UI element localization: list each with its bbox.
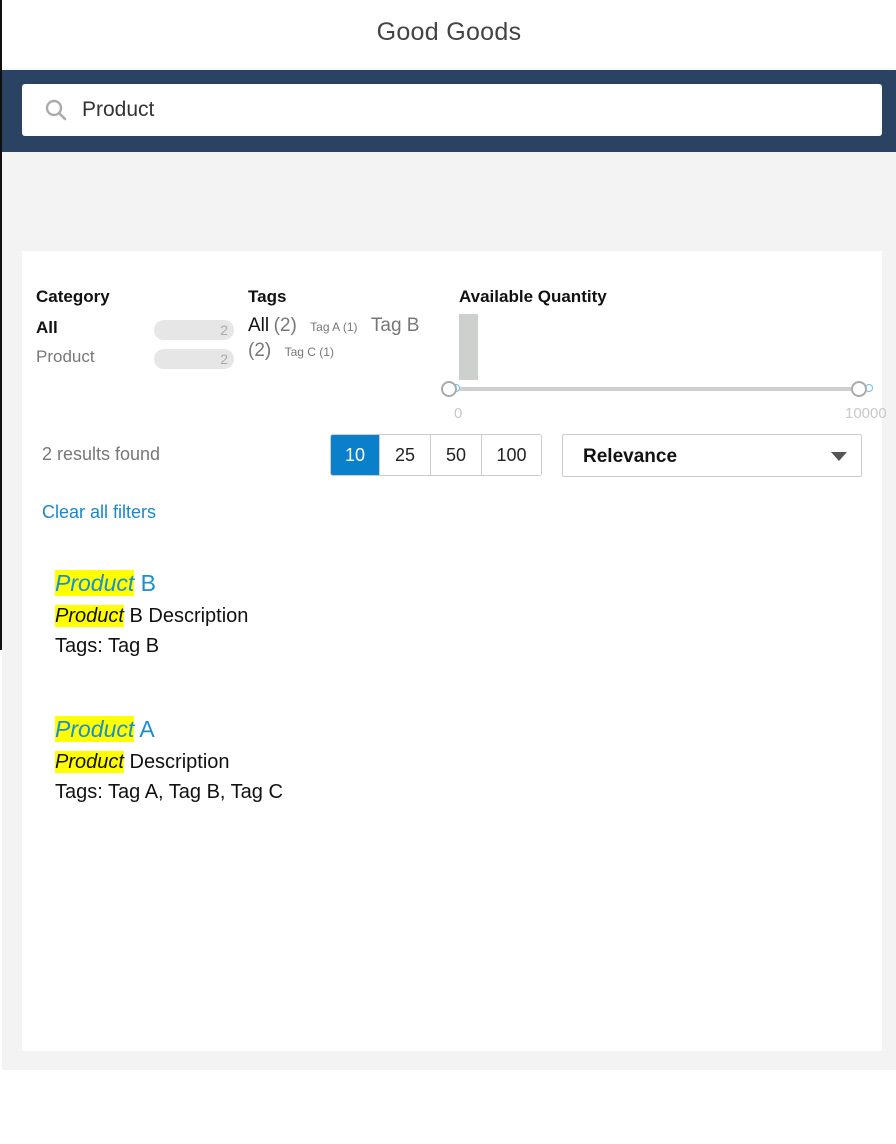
quantity-slider-min-handle[interactable] bbox=[441, 381, 457, 397]
tags-facet-title: Tags bbox=[248, 287, 287, 306]
result-title-link[interactable]: Product B bbox=[55, 568, 248, 598]
category-item-all[interactable]: All 2 bbox=[36, 318, 236, 340]
category-item-count: 2 bbox=[154, 320, 234, 340]
category-item-product[interactable]: Product 2 bbox=[36, 347, 236, 369]
app-header: Good Goods bbox=[2, 0, 896, 70]
sort-selected-label: Relevance bbox=[583, 446, 678, 467]
result-title-link[interactable]: Product A bbox=[55, 714, 283, 744]
result-description: Product B Description bbox=[55, 605, 249, 627]
tag-c[interactable]: Tag C (1) bbox=[285, 345, 334, 359]
page-size-selector: 10 25 50 100 bbox=[330, 434, 542, 476]
tag-all[interactable]: All (2) bbox=[248, 315, 297, 336]
category-item-label: All bbox=[36, 318, 58, 337]
quantity-min-label: 0 bbox=[454, 405, 463, 422]
result-tags: Tags: Tag A, Tag B, Tag C bbox=[55, 781, 283, 803]
page-size-50-button[interactable]: 50 bbox=[431, 435, 482, 475]
search-box[interactable] bbox=[22, 84, 882, 136]
app-title: Good Goods bbox=[376, 18, 522, 46]
sort-select[interactable]: Relevance bbox=[562, 434, 862, 477]
category-item-count: 2 bbox=[154, 349, 234, 369]
quantity-max-label: 10000 bbox=[845, 405, 887, 422]
category-item-label: Product bbox=[36, 347, 95, 366]
search-icon bbox=[45, 99, 67, 121]
page-size-10-button[interactable]: 10 bbox=[331, 435, 380, 475]
quantity-histogram-bar bbox=[459, 314, 478, 380]
clear-all-filters-link[interactable]: Clear all filters bbox=[42, 502, 156, 523]
results-count: 2 results found bbox=[42, 444, 161, 464]
quantity-slider-max-handle[interactable] bbox=[851, 381, 867, 397]
tag-a[interactable]: Tag A (1) bbox=[310, 320, 357, 334]
chevron-down-icon bbox=[831, 452, 847, 461]
tag-cloud: All (2) Tag A (1) Tag B (2) Tag C (1) bbox=[248, 314, 453, 364]
result-description: Product Description bbox=[55, 751, 230, 773]
result-item: Product B Product B Description Tags: Ta… bbox=[55, 568, 248, 660]
quantity-slider-track[interactable] bbox=[449, 387, 869, 391]
result-tags: Tags: Tag B bbox=[55, 635, 160, 657]
quantity-facet-title: Available Quantity bbox=[459, 287, 607, 306]
page-size-100-button[interactable]: 100 bbox=[482, 435, 541, 475]
category-facet-title: Category bbox=[36, 287, 110, 306]
search-input[interactable] bbox=[82, 84, 862, 136]
result-item: Product A Product Description Tags: Tag … bbox=[55, 714, 283, 806]
page-size-25-button[interactable]: 25 bbox=[380, 435, 431, 475]
search-bar bbox=[2, 70, 896, 152]
